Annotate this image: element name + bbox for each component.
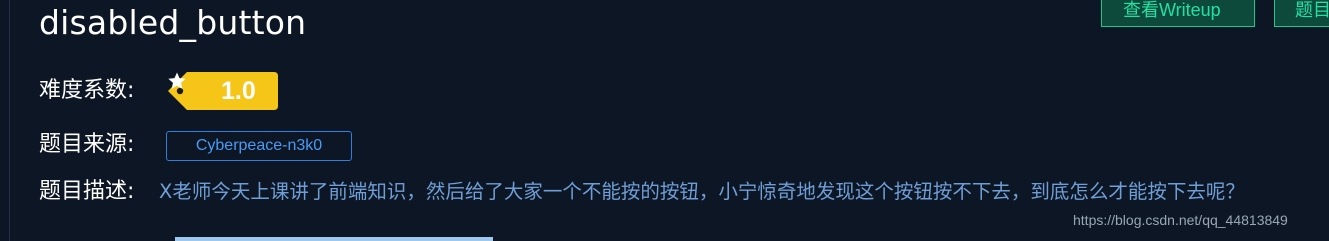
- difficulty-label: 难度系数:: [39, 78, 135, 103]
- challenge-secondary-button[interactable]: 题目: [1274, 0, 1329, 27]
- watermark-url: https://blog.csdn.net/qq_44813849: [1073, 212, 1288, 228]
- source-badge[interactable]: Cyberpeace-n3k0: [166, 131, 352, 161]
- left-border: [9, 0, 10, 241]
- star-icon: [168, 72, 186, 89]
- difficulty-value: 1.0: [221, 77, 256, 105]
- difficulty-tag: 1.0: [167, 71, 279, 111]
- description-text: X老师今天上课讲了前端知识，然后给了大家一个不能按的按钮，小宁惊奇地发现这个按钮…: [159, 180, 1245, 203]
- bottom-highlight-bar: [175, 237, 493, 241]
- challenge-page: disabled_button 查看Writeup 题目 难度系数: 1.0 题…: [0, 0, 1329, 241]
- view-writeup-button[interactable]: 查看Writeup: [1101, 0, 1255, 27]
- challenge-title: disabled_button: [39, 3, 307, 42]
- description-label: 题目描述:: [39, 179, 135, 204]
- source-label: 题目来源:: [39, 132, 135, 157]
